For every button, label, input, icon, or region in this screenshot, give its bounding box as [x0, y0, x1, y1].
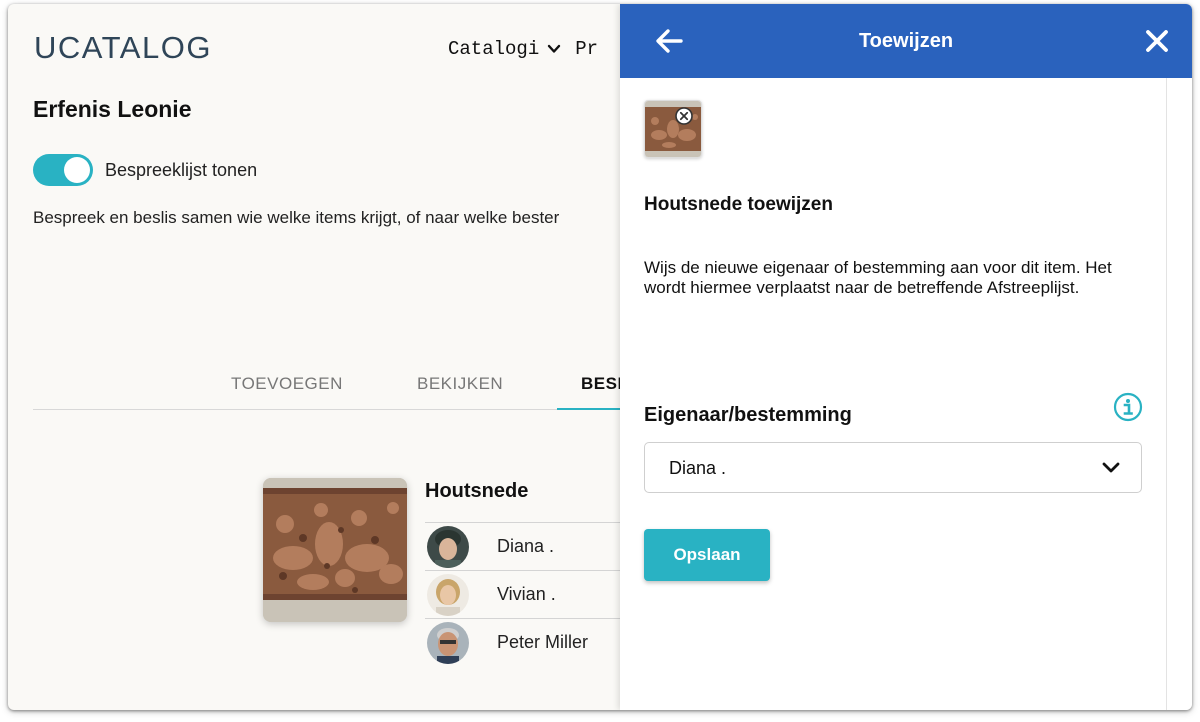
tab-bespreken[interactable]: BESI [581, 374, 623, 394]
owner-field-label: Eigenaar/bestemming [644, 404, 852, 426]
logo[interactable]: UCATALOG [34, 30, 212, 66]
owner-select-value: Diana . [669, 458, 727, 478]
nav-catalogi[interactable]: Catalogi [448, 38, 561, 60]
assign-heading: Houtsnede toewijzen [644, 194, 833, 215]
item-image[interactable] [263, 478, 407, 622]
item-name: Houtsnede [425, 480, 529, 502]
woodcut-image [263, 478, 407, 622]
nav-catalogi-label: Catalogi [448, 38, 540, 60]
chevron-down-icon [548, 44, 561, 53]
discussion-toggle-row: Bespreeklijst tonen [33, 154, 257, 186]
remove-icon[interactable] [674, 106, 694, 126]
tab-toevoegen[interactable]: TOEVOEGEN [231, 374, 343, 394]
avatar [427, 573, 469, 616]
top-nav: Catalogi Pr [448, 38, 598, 60]
page-description: Bespreek en beslis samen wie welke items… [33, 208, 560, 227]
toggle-label: Bespreeklijst tonen [105, 159, 258, 180]
assign-description: Wijs de nieuwe eigenaar of bestemming aa… [644, 258, 1112, 298]
assign-drawer: Toewijzen Houtsnede toewijzen Wijs de ni [620, 4, 1192, 710]
person-name: Vivian . [497, 584, 556, 604]
list-item[interactable]: Peter Miller [425, 618, 625, 666]
tab-bar: TOEVOEGEN BEKIJKEN BESI [33, 370, 653, 410]
info-icon[interactable] [1113, 392, 1143, 422]
nav-partial-item[interactable]: Pr [575, 38, 598, 60]
toggle-knob [64, 157, 90, 183]
chevron-down-icon [1102, 462, 1120, 473]
page-title: Erfenis Leonie [33, 96, 192, 122]
people-list: Diana . Vivian . Peter Miller [425, 522, 625, 666]
discussion-list-toggle[interactable] [33, 154, 93, 186]
tab-bekijken[interactable]: BEKIJKEN [417, 374, 503, 394]
person-name: Diana . [497, 536, 555, 556]
close-icon[interactable] [1142, 26, 1172, 56]
list-item[interactable]: Diana . [425, 522, 625, 570]
person-name: Peter Miller [497, 632, 589, 652]
app-window: UCATALOG Catalogi Pr Erfenis Leonie Besp… [8, 4, 1192, 710]
owner-select[interactable]: Diana . [644, 442, 1142, 493]
drawer-header: Toewijzen [620, 4, 1192, 78]
avatar [427, 525, 469, 568]
save-button[interactable]: Opslaan [644, 529, 770, 581]
list-item[interactable]: Vivian . [425, 570, 625, 618]
scrollbar-track[interactable] [1166, 78, 1167, 710]
avatar [427, 621, 469, 664]
drawer-title: Toewijzen [858, 30, 954, 52]
